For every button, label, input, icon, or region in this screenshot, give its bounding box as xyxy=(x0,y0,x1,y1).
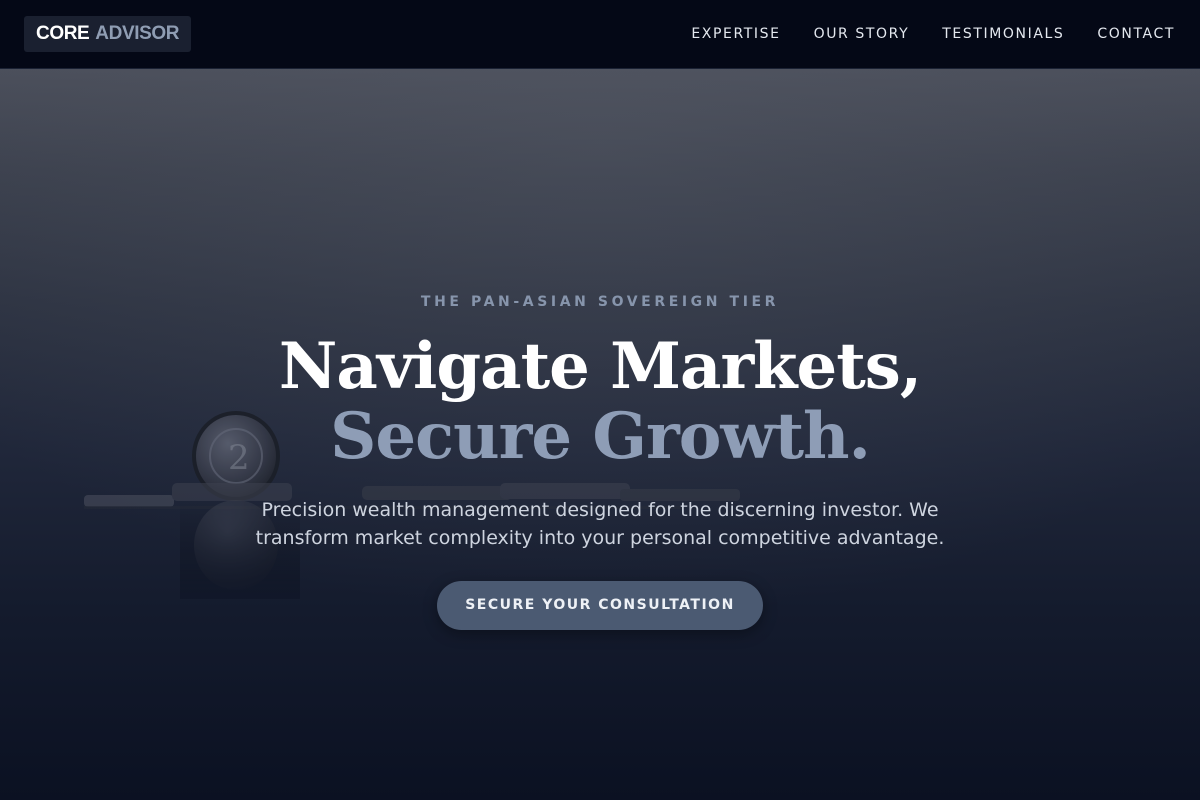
nav-link-expertise[interactable]: EXPERTISE xyxy=(691,26,780,42)
secure-consultation-button[interactable]: SECURE YOUR CONSULTATION xyxy=(437,581,763,630)
hero-headline: Navigate Markets, Secure Growth. xyxy=(0,332,1200,472)
hero-eyebrow: THE PAN-ASIAN SOVEREIGN TIER xyxy=(420,294,780,310)
main-nav: EXPERTISE OUR STORY TESTIMONIALS CONTACT xyxy=(691,0,1175,68)
hero-subtext: Precision wealth management designed for… xyxy=(255,499,945,549)
top-navbar: CORE ADVISOR EXPERTISE OUR STORY TESTIMO… xyxy=(0,0,1200,69)
landing-page: CORE ADVISOR EXPERTISE OUR STORY TESTIMO… xyxy=(0,0,1200,800)
nav-link-testimonials[interactable]: TESTIMONIALS xyxy=(942,26,1064,42)
nav-link-contact[interactable]: CONTACT xyxy=(1097,26,1175,42)
hero-content: THE PAN-ASIAN SOVEREIGN TIER Navigate Ma… xyxy=(0,294,1200,630)
brand-word-advisor: ADVISOR xyxy=(95,23,180,44)
nav-link-our-story[interactable]: OUR STORY xyxy=(814,26,910,42)
brand-word-core: CORE xyxy=(36,23,90,44)
hero-section: 2 THE PAN-ASIAN SOVEREIGN TIER Navigate … xyxy=(0,69,1200,800)
headline-line-2: Secure Growth. xyxy=(330,399,871,474)
brand-logo[interactable]: CORE ADVISOR xyxy=(24,16,192,52)
headline-line-1: Navigate Markets, xyxy=(278,329,922,404)
